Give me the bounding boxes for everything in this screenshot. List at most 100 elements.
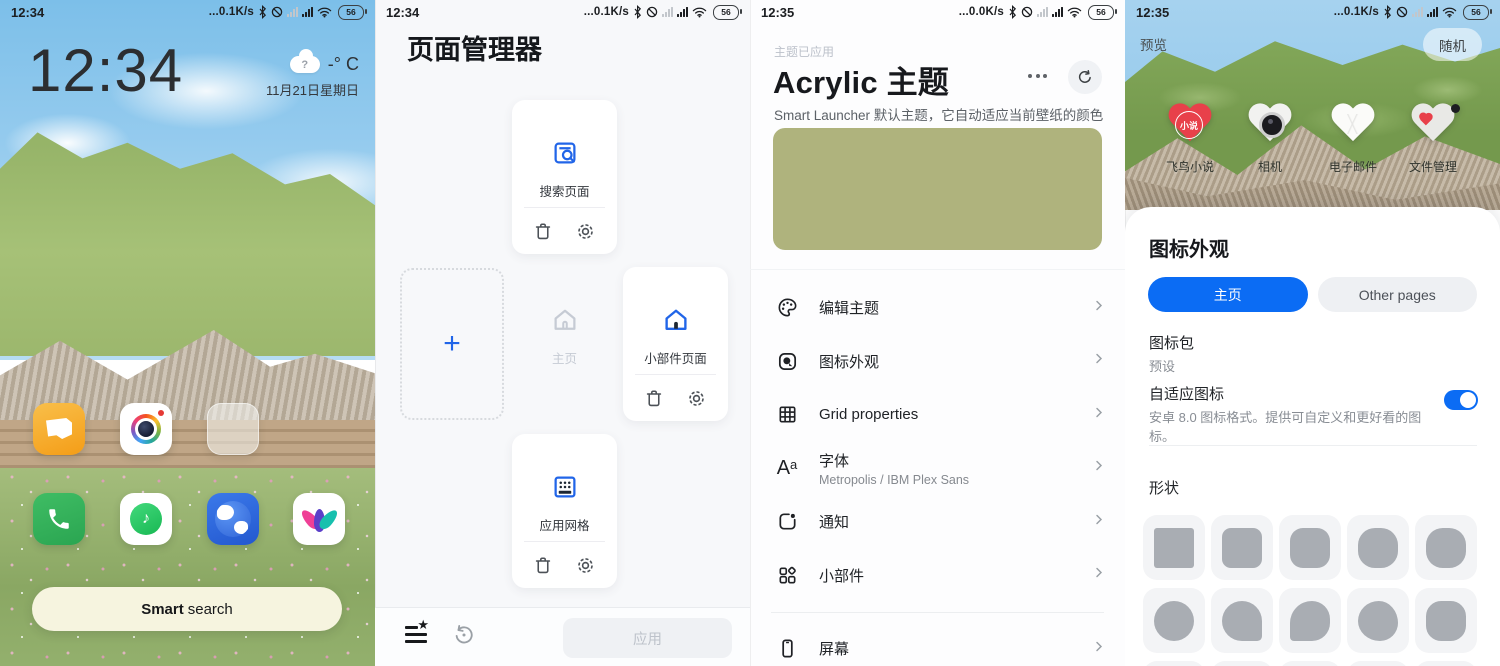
menu-item-edit-theme[interactable]: 编辑主题 <box>750 281 1125 335</box>
bottom-bar: ★ 应用 <box>375 607 750 666</box>
section-divider <box>1149 445 1477 446</box>
chevron-right-icon <box>1091 458 1107 479</box>
shape-option-rounded-square-medium[interactable] <box>1279 515 1341 580</box>
music-app-icon[interactable]: ♪ <box>120 493 172 545</box>
globe-icon <box>215 501 251 537</box>
menu-item-notifications[interactable]: 通知 <box>750 495 1125 549</box>
shape-option-leaf[interactable] <box>1279 588 1341 653</box>
network-speed: ...0.1K/s <box>584 6 629 18</box>
delete-page-button[interactable] <box>532 554 554 576</box>
envelope-icon <box>1336 114 1370 134</box>
page-settings-button[interactable] <box>685 387 708 410</box>
weather-temperature: -° C <box>328 54 359 75</box>
menu-item-font[interactable]: Aa 字体 Metropolis / IBM Plex Sans <box>750 442 1125 496</box>
status-time: 12:34 <box>11 5 44 20</box>
chevron-right-icon <box>1091 404 1107 425</box>
shape-option-rounded-square-large[interactable] <box>1347 515 1409 580</box>
shape-option-teardrop[interactable] <box>1211 588 1273 653</box>
shape-option-row3-5[interactable] <box>1415 661 1477 666</box>
status-time: 12:35 <box>1136 5 1169 20</box>
status-time: 12:35 <box>761 5 794 20</box>
battery-icon: 56 <box>1463 5 1489 20</box>
page-card-search[interactable]: 搜索页面 <box>512 100 617 254</box>
camera-app-icon[interactable] <box>120 403 172 455</box>
shape-option-flower[interactable] <box>1415 588 1477 653</box>
theme-title: Acrylic 主题 <box>773 57 949 102</box>
music-note-icon: ♪ <box>130 503 162 535</box>
sort-pages-button[interactable]: ★ <box>405 623 429 645</box>
signal-sim1-icon <box>287 7 298 17</box>
wifi-icon <box>1067 6 1082 18</box>
apply-button[interactable]: 应用 <box>563 618 732 658</box>
frosted-app-icon[interactable] <box>207 403 259 455</box>
page-settings-button[interactable] <box>574 554 597 577</box>
page-card-widget[interactable]: 小部件页面 <box>623 267 728 421</box>
dnd-icon <box>1021 6 1033 18</box>
theme-color-preview[interactable] <box>773 128 1102 250</box>
icon-pack-setting[interactable]: 图标包 预设 <box>1149 332 1194 375</box>
shape-option-row3-4[interactable] <box>1347 661 1409 666</box>
reset-history-button[interactable] <box>451 622 477 648</box>
bluetooth-icon <box>1008 5 1017 19</box>
status-bar: 12:34 ...0.1K/s 56 <box>0 0 375 24</box>
signal-sim2-icon <box>677 7 688 17</box>
shape-option-row3-1[interactable] <box>1143 661 1205 666</box>
app-grid-icon <box>550 472 580 502</box>
home-screen-panel: 12:34 ...0.1K/s 56 12:34 ? -° C 11月21日星期… <box>0 0 375 666</box>
shape-option-circle[interactable] <box>1143 588 1205 653</box>
adaptive-icons-toggle[interactable] <box>1444 390 1478 410</box>
page-title: 页面管理器 <box>407 28 542 67</box>
date-label: 11月21日星期日 <box>266 80 359 99</box>
chevron-right-icon <box>1091 297 1107 318</box>
camera-lens-icon <box>1259 112 1285 138</box>
camera-app-heart-icon[interactable] <box>1247 104 1293 146</box>
status-bar: 12:34 ...0.1K/s 56 <box>375 0 750 24</box>
novel-app-heart-icon[interactable]: 小说 <box>1167 104 1213 146</box>
widget-page-icon <box>661 305 691 335</box>
icon-appearance-sheet: 图标外观 主页 Other pages 图标包 预设 自适应图标 安卓 8.0 … <box>1125 207 1500 666</box>
add-page-button[interactable]: + <box>400 268 504 420</box>
page-card-app-grid[interactable]: 应用网格 <box>512 434 617 588</box>
browser-app-icon[interactable] <box>207 493 259 545</box>
tab-other-pages[interactable]: Other pages <box>1318 277 1478 312</box>
page-card-label: 搜索页面 <box>539 181 589 200</box>
status-bar: 12:35 ...0.0K/s 56 <box>750 0 1125 24</box>
page-settings-button[interactable] <box>574 220 597 243</box>
files-app-heart-icon[interactable] <box>1410 104 1456 146</box>
delete-page-button[interactable] <box>643 387 665 409</box>
menu-item-screen[interactable]: 屏幕 <box>750 622 1125 666</box>
network-speed: ...0.0K/s <box>959 6 1004 18</box>
adaptive-icons-setting[interactable]: 自适应图标 安卓 8.0 图标格式。提供可自定义和更好看的图标。 <box>1149 383 1439 445</box>
menu-item-widgets[interactable]: 小部件 <box>750 549 1125 603</box>
smart-search-bar[interactable]: Smart search <box>32 587 342 631</box>
shape-option-rounded-square-small[interactable] <box>1211 515 1273 580</box>
battery-icon: 56 <box>1088 5 1114 20</box>
tab-home-page[interactable]: 主页 <box>1148 277 1308 312</box>
page-manager-panel: 12:34 ...0.1K/s 56 页面管理器 搜索页面 + 主页 小部件页面 <box>375 0 750 666</box>
gallery-app-icon[interactable] <box>293 493 345 545</box>
delete-page-button[interactable] <box>532 220 554 242</box>
status-bar: 12:35 ...0.1K/s 56 <box>1125 0 1500 24</box>
menu-item-icon-appearance[interactable]: 图标外观 <box>750 335 1125 389</box>
sheet-title: 图标外观 <box>1149 233 1229 262</box>
menu-item-grid-properties[interactable]: Grid properties <box>750 388 1125 442</box>
refresh-theme-button[interactable] <box>1068 60 1102 94</box>
random-button[interactable]: 随机 <box>1423 28 1482 61</box>
theme-subtitle: Smart Launcher 默认主题，它自动适应当前壁纸的颜色 <box>774 104 1104 124</box>
email-app-heart-icon[interactable] <box>1330 104 1376 146</box>
messages-app-icon[interactable] <box>33 403 85 455</box>
font-value: Metropolis / IBM Plex Sans <box>819 473 969 487</box>
page-card-label: 主页 <box>552 348 577 367</box>
shape-option-squircle[interactable] <box>1415 515 1477 580</box>
shape-option-pebble[interactable] <box>1347 588 1409 653</box>
dnd-icon <box>271 6 283 18</box>
phone-app-icon[interactable] <box>33 493 85 545</box>
weather-widget[interactable]: ? -° C 11月21日星期日 <box>266 54 359 99</box>
page-card-home-ghost[interactable]: 主页 <box>512 259 617 413</box>
handset-icon <box>46 506 72 532</box>
shape-option-row3-2[interactable] <box>1211 661 1273 666</box>
more-options-button[interactable] <box>1028 74 1047 78</box>
page-card-label: 应用网格 <box>539 515 589 534</box>
shape-option-row3-3[interactable] <box>1279 661 1341 666</box>
shape-option-square[interactable] <box>1143 515 1205 580</box>
